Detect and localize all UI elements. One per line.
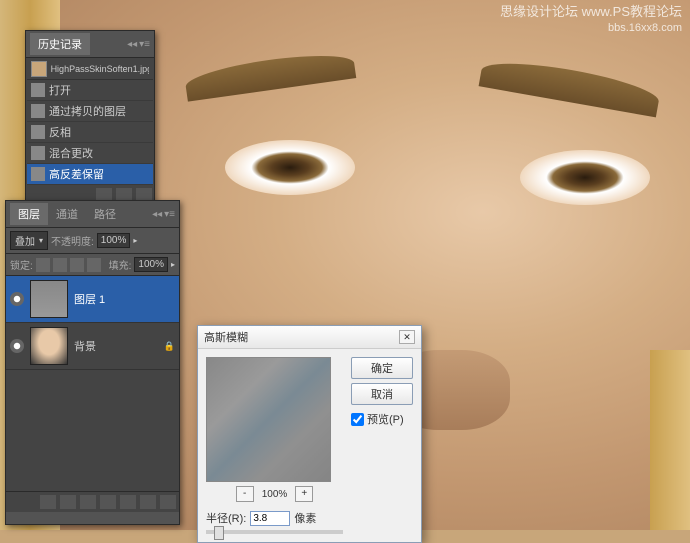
dialog-titlebar[interactable]: 高斯模糊 ✕ <box>198 326 421 349</box>
photo-hair-right <box>650 350 690 530</box>
opacity-slider-icon[interactable]: ▸ <box>133 236 137 245</box>
channels-tab[interactable]: 通道 <box>48 203 86 225</box>
visibility-icon[interactable] <box>10 292 24 306</box>
delete-layer-icon[interactable] <box>160 495 176 509</box>
cancel-button[interactable]: 取消 <box>351 383 413 405</box>
fill-slider-icon[interactable]: ▸ <box>171 260 175 269</box>
history-item-label: 打开 <box>49 82 71 98</box>
layer-name[interactable]: 图层 1 <box>74 291 105 307</box>
radius-label: 半径(R): <box>206 510 246 526</box>
zoom-value: 100% <box>262 489 288 500</box>
blend-mode-value: 叠加 <box>15 233 35 248</box>
zoom-in-button[interactable]: + <box>295 486 313 502</box>
panel-menu-icon[interactable]: ▾≡ <box>139 39 150 50</box>
opacity-label: 不透明度: <box>51 233 94 248</box>
history-step-icon <box>31 146 45 160</box>
history-panel-menu: ◂◂ ▾≡ <box>127 39 150 50</box>
watermark-line1: 思缘设计论坛 www.PS教程论坛 <box>500 4 682 21</box>
preview-area: - 100% + 半径(R): 像素 <box>206 357 343 534</box>
snapshot-thumb <box>31 61 47 77</box>
history-item-label: 混合更改 <box>49 145 93 161</box>
lock-position-icon[interactable] <box>70 258 84 272</box>
history-panel-header: 历史记录 ◂◂ ▾≡ <box>26 31 154 58</box>
panel-collapse-icon[interactable]: ◂◂ <box>127 39 137 50</box>
history-body: HighPassSkinSoften1.jpg 打开 通过拷贝的图层 反相 混合… <box>26 58 154 186</box>
history-step-icon <box>31 104 45 118</box>
radius-unit: 像素 <box>294 510 316 526</box>
radius-row: 半径(R): 像素 <box>206 510 343 526</box>
lock-row: 锁定: 填充: 100% ▸ <box>6 254 179 276</box>
history-step-icon <box>31 83 45 97</box>
layers-panel-menu: ◂◂ ▾≡ <box>152 209 175 220</box>
lock-icon: 🔒 <box>164 341 175 352</box>
lock-transparent-icon[interactable] <box>36 258 50 272</box>
lock-all-icon[interactable] <box>87 258 101 272</box>
history-step-icon <box>31 125 45 139</box>
preview-image[interactable] <box>206 357 331 482</box>
history-item-label: 反相 <box>49 124 71 140</box>
radius-input[interactable] <box>250 511 290 526</box>
group-icon[interactable] <box>120 495 136 509</box>
gaussian-blur-dialog: 高斯模糊 ✕ - 100% + 半径(R): 像素 确定 取消 预览(P) <box>197 325 422 543</box>
layers-tab[interactable]: 图层 <box>10 203 48 225</box>
photo-brow-left <box>184 48 357 101</box>
history-item[interactable]: 反相 <box>27 122 153 143</box>
layers-panel-header: 图层 通道 路径 ◂◂ ▾≡ <box>6 201 179 228</box>
layers-footer <box>6 491 179 512</box>
history-snapshot-row[interactable]: HighPassSkinSoften1.jpg <box>27 59 153 80</box>
layer-mask-icon[interactable] <box>80 495 96 509</box>
adjustment-layer-icon[interactable] <box>100 495 116 509</box>
close-button[interactable]: ✕ <box>399 330 415 344</box>
preview-checkbox-label: 预览(P) <box>367 411 404 427</box>
history-item-label: 高反差保留 <box>49 166 104 182</box>
panel-menu-icon[interactable]: ▾≡ <box>164 209 175 220</box>
layers-body: 图层 1 背景 🔒 <box>6 276 179 491</box>
history-step-icon <box>31 167 45 181</box>
layer-style-icon[interactable] <box>60 495 76 509</box>
paths-tab[interactable]: 路径 <box>86 203 124 225</box>
watermark-line2: bbs.16xx8.com <box>500 21 682 35</box>
link-layers-icon[interactable] <box>40 495 56 509</box>
layer-name[interactable]: 背景 <box>74 338 96 354</box>
lock-label: 锁定: <box>10 257 33 272</box>
history-item[interactable]: 通过拷贝的图层 <box>27 101 153 122</box>
snapshot-name: HighPassSkinSoften1.jpg <box>51 64 149 74</box>
layer-row[interactable]: 背景 🔒 <box>6 323 179 370</box>
preview-checkbox[interactable] <box>351 413 364 426</box>
layers-toolbar: 叠加 不透明度: 100% ▸ <box>6 228 179 254</box>
lock-pixels-icon[interactable] <box>53 258 67 272</box>
new-layer-icon[interactable] <box>140 495 156 509</box>
layer-thumb[interactable] <box>30 327 68 365</box>
dialog-body: - 100% + 半径(R): 像素 确定 取消 预览(P) <box>198 349 421 542</box>
history-panel: 历史记录 ◂◂ ▾≡ HighPassSkinSoften1.jpg 打开 通过… <box>25 30 155 205</box>
watermark: 思缘设计论坛 www.PS教程论坛 bbs.16xx8.com <box>500 4 682 35</box>
fill-value[interactable]: 100% <box>134 257 168 272</box>
layer-thumb[interactable] <box>30 280 68 318</box>
dialog-buttons: 确定 取消 预览(P) <box>351 357 413 534</box>
dialog-title: 高斯模糊 <box>204 329 248 345</box>
panel-collapse-icon[interactable]: ◂◂ <box>152 209 162 220</box>
photo-eye-right <box>520 150 650 205</box>
opacity-value[interactable]: 100% <box>97 233 131 248</box>
layer-row-selected[interactable]: 图层 1 <box>6 276 179 323</box>
history-item-label: 通过拷贝的图层 <box>49 103 126 119</box>
zoom-out-button[interactable]: - <box>236 486 254 502</box>
fill-label: 填充: <box>109 257 132 272</box>
history-tab[interactable]: 历史记录 <box>30 33 90 55</box>
photo-brow-right <box>479 55 662 118</box>
layers-panel: 图层 通道 路径 ◂◂ ▾≡ 叠加 不透明度: 100% ▸ 锁定: 填充: 1… <box>5 200 180 525</box>
photo-eye-left <box>225 140 355 195</box>
preview-checkbox-row[interactable]: 预览(P) <box>351 411 413 427</box>
ok-button[interactable]: 确定 <box>351 357 413 379</box>
history-item-selected[interactable]: 高反差保留 <box>27 164 153 185</box>
blend-mode-select[interactable]: 叠加 <box>10 231 48 250</box>
radius-slider[interactable] <box>206 530 343 534</box>
history-item[interactable]: 混合更改 <box>27 143 153 164</box>
preview-controls: - 100% + <box>206 486 343 502</box>
visibility-icon[interactable] <box>10 339 24 353</box>
history-item[interactable]: 打开 <box>27 80 153 101</box>
